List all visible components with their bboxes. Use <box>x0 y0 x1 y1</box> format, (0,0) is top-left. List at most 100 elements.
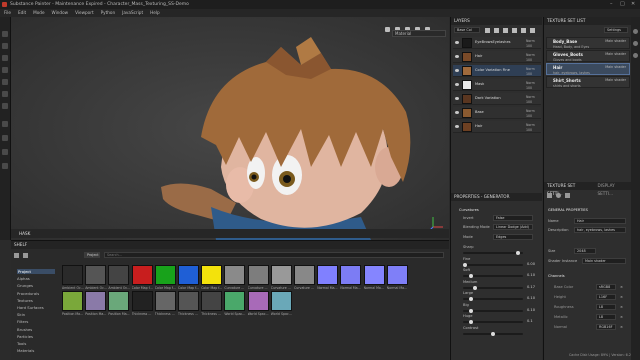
menu-javascript[interactable]: JavaScript <box>122 9 143 17</box>
shelf-category[interactable]: Alphas <box>17 276 30 281</box>
slider-track[interactable] <box>463 297 523 301</box>
geometry-mask-icon[interactable] <box>2 67 8 73</box>
slider-track[interactable] <box>463 274 523 278</box>
layer-blend[interactable]: Norm <box>526 81 535 85</box>
layer-blend[interactable]: Norm <box>526 123 535 127</box>
eye-icon[interactable] <box>455 41 459 44</box>
size-select[interactable]: 2048 <box>574 248 596 254</box>
eye-icon[interactable] <box>455 111 459 114</box>
shelf-thumbnail[interactable] <box>363 265 385 285</box>
menu-file[interactable]: File <box>4 9 11 17</box>
layer-opacity[interactable]: 100 <box>526 100 532 104</box>
shelf-category[interactable]: Hard Surfaces <box>17 305 44 310</box>
slider-track[interactable] <box>463 320 523 324</box>
texture-set-shader[interactable]: Main shader <box>605 65 626 69</box>
channel-format-select[interactable]: RGB16F <box>596 324 616 330</box>
texture-set-shader[interactable]: Main shader <box>605 78 626 82</box>
eye-icon[interactable] <box>455 83 459 86</box>
shelf-thumbnail[interactable] <box>294 265 315 285</box>
shelf-thumbnail[interactable] <box>62 291 83 311</box>
history-icon[interactable] <box>2 163 8 169</box>
slider-value[interactable]: 0.1 <box>527 319 533 323</box>
texture-set-item[interactable]: Shirt_Shorts shirts and shorts Main shader <box>546 76 630 88</box>
layer-opacity[interactable]: 100 <box>526 44 532 48</box>
shelf-category[interactable]: Textures <box>17 298 33 303</box>
shelf-thumbnail[interactable] <box>108 291 130 311</box>
search-tag[interactable]: Project <box>84 252 100 258</box>
channel-format-select[interactable]: L16F <box>596 294 616 300</box>
menu-help[interactable]: Help <box>150 9 160 17</box>
folder-icon[interactable] <box>14 253 19 258</box>
shelf-category[interactable]: Procedurals <box>17 291 39 296</box>
invert-select[interactable]: False <box>493 215 533 221</box>
slider-value[interactable]: 0.17 <box>527 285 535 289</box>
layer-row[interactable]: Hair Norm 100 <box>453 51 541 63</box>
layer-row[interactable]: Base Norm 100 <box>453 107 541 119</box>
shelf-thumbnail[interactable] <box>131 265 153 285</box>
shelf-category[interactable]: Brushes <box>17 327 32 332</box>
pause-icon[interactable] <box>385 27 390 32</box>
channel-format-select[interactable]: L8 <box>596 314 616 320</box>
history-dock-icon[interactable] <box>633 53 638 58</box>
shelf-thumbnail[interactable] <box>340 265 362 285</box>
layer-row[interactable]: Dark Variation Norm 100 <box>453 93 541 105</box>
clone-icon[interactable] <box>2 91 8 97</box>
texture-set-item[interactable]: Gloves_Boots Gloves and boots Main shader <box>546 50 630 62</box>
layer-blend[interactable]: Norm <box>526 39 535 43</box>
smudge-icon[interactable] <box>2 79 8 85</box>
shelf-category[interactable]: Tools <box>17 341 26 346</box>
remove-channel-icon[interactable]: × <box>620 285 623 289</box>
remove-channel-icon[interactable]: × <box>620 295 623 299</box>
channel-select[interactable]: Base Col <box>454 27 480 33</box>
add-effect-icon[interactable] <box>485 28 490 33</box>
tab-texture-set-settings[interactable]: TEXTURE SET SETTI... <box>547 182 592 196</box>
bake-settings-icon[interactable] <box>565 193 570 198</box>
menu-viewport[interactable]: Viewport <box>75 9 94 17</box>
delete-layer-icon[interactable] <box>530 28 535 33</box>
material-icon[interactable] <box>556 193 561 198</box>
bake-icon[interactable] <box>2 135 8 141</box>
slider-knob[interactable] <box>468 274 473 278</box>
shelf-thumbnail[interactable] <box>317 265 339 285</box>
remove-channel-icon[interactable]: × <box>620 325 623 329</box>
shelf-thumbnail[interactable] <box>154 265 176 285</box>
layer-row[interactable]: Color Variation Fine Norm 100 <box>453 65 541 77</box>
texture-set-shader[interactable]: Main shader <box>605 52 626 56</box>
shelf-search-input[interactable]: Search... <box>104 252 444 258</box>
layer-opacity[interactable]: 100 <box>526 72 532 76</box>
viewport-mode-select[interactable]: Material <box>392 30 446 37</box>
slider-knob[interactable] <box>472 285 477 290</box>
shelf-thumbnail[interactable] <box>270 265 292 285</box>
shelf-thumbnail[interactable] <box>247 265 269 285</box>
name-field[interactable]: Hair <box>574 218 626 224</box>
menu-python[interactable]: Python <box>101 9 116 17</box>
add-layer-icon[interactable] <box>512 28 517 33</box>
menu-window[interactable]: Window <box>52 9 69 17</box>
slider-knob[interactable] <box>468 297 473 301</box>
close-icon[interactable]: ✕ <box>631 0 635 9</box>
eye-icon[interactable] <box>455 55 459 58</box>
settings-dropdown[interactable]: Settings <box>604 27 628 33</box>
shelf-category[interactable]: Materials <box>17 348 34 353</box>
slider-knob[interactable] <box>463 262 467 267</box>
shelf-thumbnail[interactable] <box>386 265 408 285</box>
shelf-category[interactable]: Filters <box>17 319 28 324</box>
minimize-icon[interactable]: – <box>610 0 613 9</box>
shelf-thumbnail[interactable] <box>62 265 83 285</box>
shelf-thumbnail[interactable] <box>201 265 223 285</box>
shelf-thumbnail[interactable] <box>270 291 292 311</box>
slider-value[interactable]: 0.00 <box>527 262 535 266</box>
shelf-thumbnail[interactable] <box>178 291 199 311</box>
add-folder-icon[interactable] <box>521 28 526 33</box>
slider-knob[interactable] <box>468 320 473 324</box>
shelf-category[interactable]: Particles <box>17 334 33 339</box>
slider-knob[interactable] <box>491 331 495 336</box>
maximize-icon[interactable]: □ <box>620 0 625 9</box>
filter-icon[interactable] <box>23 253 28 258</box>
slider-value[interactable]: 0.10 <box>527 308 535 312</box>
channel-format-select[interactable]: sRGB8 <box>596 284 616 290</box>
menu-mode[interactable]: Mode <box>33 9 44 17</box>
shelf-thumbnail[interactable] <box>201 291 223 311</box>
shelf-thumbnail[interactable] <box>85 265 107 285</box>
shelf-thumbnail[interactable] <box>247 291 269 311</box>
